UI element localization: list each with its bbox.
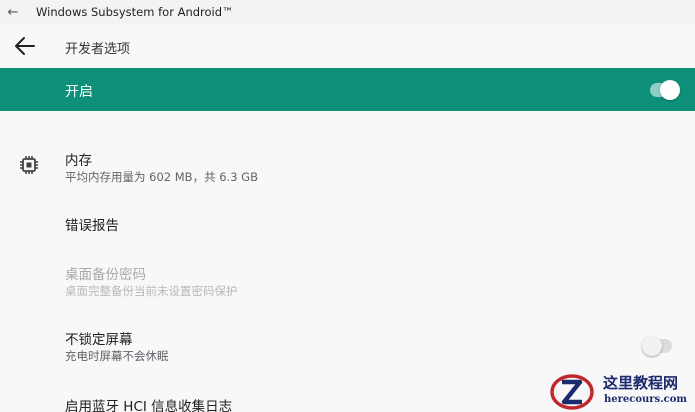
setting-title: 不锁定屏幕 xyxy=(65,332,133,348)
setting-summary: 平均内存用量为 602 MB，共 6.3 GB xyxy=(65,170,258,184)
watermark-logo-icon xyxy=(550,374,594,410)
setting-title: 错误报告 xyxy=(65,218,119,234)
toggle-knob xyxy=(660,80,680,100)
setting-memory[interactable]: 内存 平均内存用量为 602 MB，共 6.3 GB xyxy=(0,140,695,190)
page-title: 开发者选项 xyxy=(65,42,131,57)
setting-title: 启用蓝牙 HCI 信息收集日志 xyxy=(65,399,233,412)
setting-desktop-backup-password: 桌面备份密码 桌面完整备份当前未设置密码保护 xyxy=(0,254,695,304)
watermark-domain: herecours.com xyxy=(604,394,688,405)
window-titlebar: ← Windows Subsystem for Android™ xyxy=(0,0,695,24)
master-switch-label: 开启 xyxy=(65,84,93,100)
setting-title: 内存 xyxy=(65,153,92,169)
setting-summary: 充电时屏幕不会休眠 xyxy=(65,349,169,363)
app-bar: 开发者选项 xyxy=(0,24,695,68)
site-watermark: 这里教程网 herecours.com xyxy=(548,370,695,412)
setting-title: 桌面备份密码 xyxy=(65,267,146,283)
setting-bug-report[interactable]: 错误报告 xyxy=(0,200,695,246)
master-toggle-switch[interactable] xyxy=(650,80,680,100)
setting-stay-awake[interactable]: 不锁定屏幕 充电时屏幕不会休眠 xyxy=(0,319,695,369)
window-back-icon[interactable]: ← xyxy=(0,0,26,24)
stay-awake-toggle-switch[interactable] xyxy=(642,336,672,356)
toggle-knob xyxy=(642,336,662,356)
arrow-back-icon[interactable] xyxy=(14,36,36,56)
watermark-brand: 这里教程网 xyxy=(603,374,679,392)
setting-summary: 桌面完整备份当前未设置密码保护 xyxy=(65,284,238,298)
window-title: Windows Subsystem for Android™ xyxy=(36,5,234,19)
developer-options-master-switch[interactable]: 开启 xyxy=(0,68,695,111)
